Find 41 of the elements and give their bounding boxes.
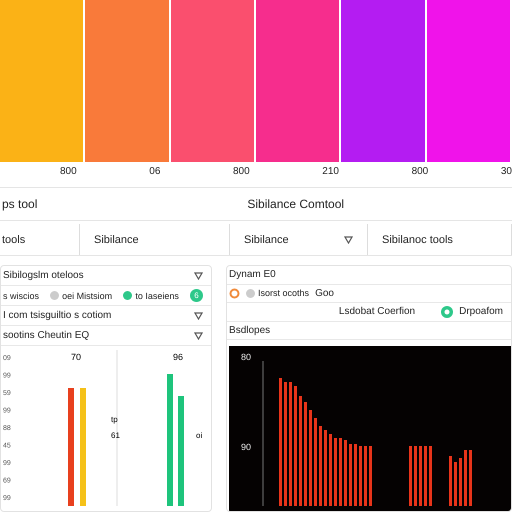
value-label: oi	[196, 431, 202, 440]
tool-tab[interactable]: Sibilance	[80, 224, 230, 255]
axis-tick-label: 800	[60, 166, 77, 179]
axis-tick-label: 800	[412, 166, 428, 179]
value-label: 61	[111, 431, 120, 440]
tool-tab[interactable]: tools	[0, 224, 80, 255]
axis-tick-label: 800	[233, 166, 250, 179]
status-value: Goo	[315, 288, 334, 299]
ring-icon	[229, 288, 240, 299]
column-label: 70	[71, 352, 82, 362]
count-badge: 6	[190, 289, 204, 302]
axis-tick-label: 30	[500, 166, 512, 179]
value-label: tp	[111, 415, 118, 424]
dropdown[interactable]: sootins Cheutin EQ	[1, 326, 212, 346]
status-dot[interactable]	[50, 291, 60, 300]
column-label: 96	[173, 352, 184, 362]
panel-title: Sibilance Comtool	[247, 197, 344, 211]
tool-tab[interactable]: Sibilanoc tools	[368, 224, 512, 255]
option-label: to Iaseiens	[135, 290, 179, 300]
radio-icon	[441, 306, 454, 318]
caret-icon	[344, 236, 353, 244]
dropdown[interactable]: I com tsisguiltio s cotiom	[1, 306, 212, 326]
axis-tick-label: 210	[322, 166, 339, 179]
caret-icon	[194, 332, 204, 340]
option-label: oei Mistsiom	[62, 290, 112, 300]
caret-icon	[194, 272, 204, 280]
status-dot	[246, 288, 256, 298]
axis-tick-label: 06	[149, 166, 160, 179]
status-label: Isorst ocoths	[258, 288, 310, 298]
dropdown[interactable]: Sibilance	[230, 224, 368, 255]
caret-icon	[194, 312, 204, 320]
section-label: Bsdlopes	[229, 324, 270, 336]
option-label: s wiscios	[3, 290, 40, 300]
axis-tick-label: 80	[241, 352, 252, 362]
panel-header: Dynam E0	[229, 269, 276, 280]
mode-value: Drpoafom	[459, 306, 503, 318]
mode-label: Lsdobat Coerfion	[338, 306, 416, 318]
axis-tick-label: 90	[241, 442, 252, 452]
status-dot[interactable]	[123, 291, 132, 300]
panel-header: Sibilogslm oteloos	[3, 270, 84, 281]
tool-title: ps tool	[2, 197, 38, 211]
